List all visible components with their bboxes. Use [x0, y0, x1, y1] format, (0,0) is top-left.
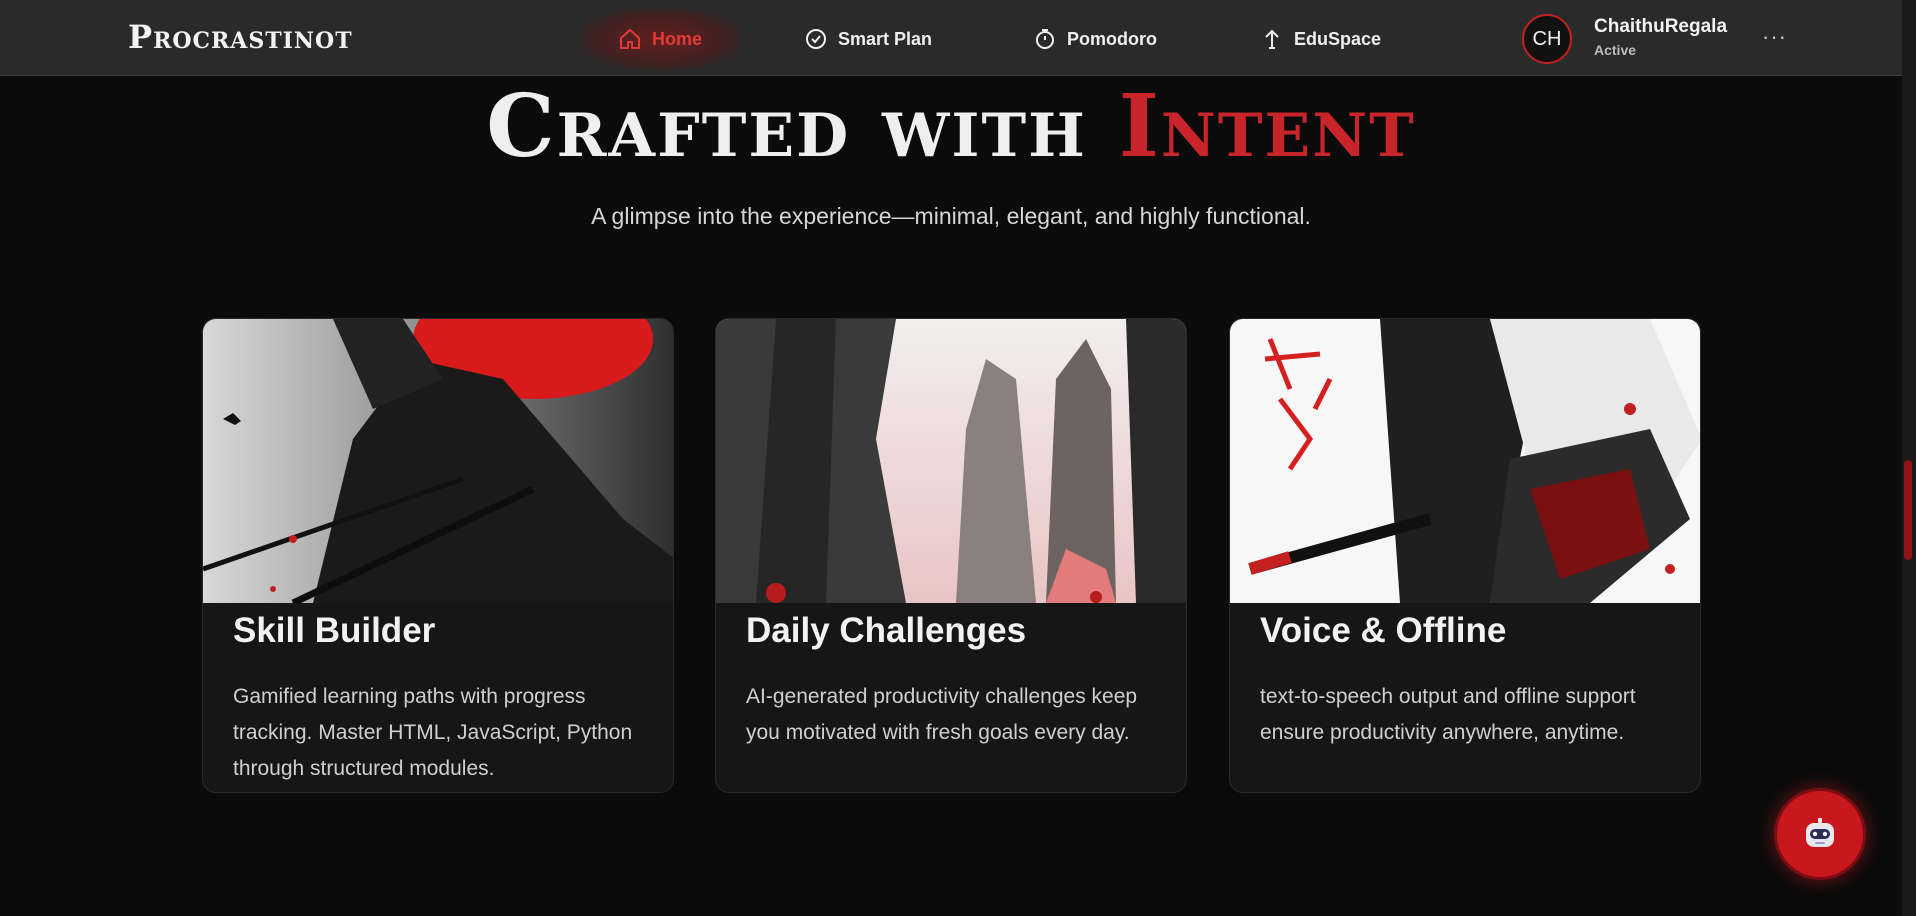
- card-description: Gamified learning paths with progress tr…: [233, 685, 633, 780]
- scrollbar-track[interactable]: [1902, 0, 1916, 916]
- nav-home-label: Home: [651, 28, 702, 49]
- section-title: Crafted with Intent: [0, 82, 1902, 172]
- feature-card-skill-builder[interactable]: Skill Builder Gamified learning paths wi…: [202, 318, 674, 793]
- robot-icon: [1806, 818, 1834, 847]
- home-icon: [619, 29, 640, 49]
- scrollbar-thumb[interactable]: [1904, 460, 1912, 560]
- card-title: Daily Challenges: [746, 611, 1027, 650]
- section-title-part2: Intent: [1118, 76, 1416, 177]
- check-circle-icon: [806, 29, 826, 49]
- nav-smart-plan-label: Smart Plan: [838, 28, 933, 49]
- nav-smart-plan[interactable]: Smart Plan: [804, 20, 932, 58]
- app-logo[interactable]: Procrastinot: [128, 18, 353, 56]
- card-description: text-to-speech output and offline suppor…: [1260, 685, 1636, 744]
- section-subtitle: A glimpse into the experience—minimal, e…: [591, 203, 1311, 229]
- nav-eduspace[interactable]: EduSpace: [1260, 20, 1381, 58]
- card-description: AI-generated productivity challenges kee…: [746, 685, 1138, 744]
- card-title: Voice & Offline: [1260, 611, 1507, 650]
- chat-bot-button[interactable]: [1774, 788, 1866, 880]
- nav-home[interactable]: Home: [580, 8, 740, 70]
- feature-card-voice-offline[interactable]: Voice & Offline text-to-speech output an…: [1229, 318, 1701, 793]
- section-title-part1: Crafted with: [486, 76, 1087, 177]
- user-status: Active: [1594, 42, 1637, 58]
- upload-arrow-icon: [1265, 29, 1279, 49]
- nav-pomodoro[interactable]: Pomodoro: [1033, 20, 1157, 58]
- more-options-icon[interactable]: ···: [1762, 24, 1787, 50]
- nav-eduspace-label: EduSpace: [1294, 28, 1382, 49]
- feature-card-daily-challenges[interactable]: Daily Challenges AI-generated productivi…: [715, 318, 1187, 793]
- user-name: ChaithuRegala: [1594, 16, 1728, 37]
- ink-mountains-image: [716, 319, 1186, 603]
- nav-pomodoro-label: Pomodoro: [1067, 28, 1157, 49]
- timer-icon: [1036, 29, 1054, 49]
- warrior-red-calligraphy-image: [1230, 319, 1700, 603]
- top-navbar: Procrastinot Home Smart Plan Pomodoro Ed…: [0, 0, 1902, 76]
- card-title: Skill Builder: [233, 611, 436, 650]
- user-avatar[interactable]: CH: [1522, 14, 1572, 64]
- samurai-red-sun-image: [203, 319, 673, 603]
